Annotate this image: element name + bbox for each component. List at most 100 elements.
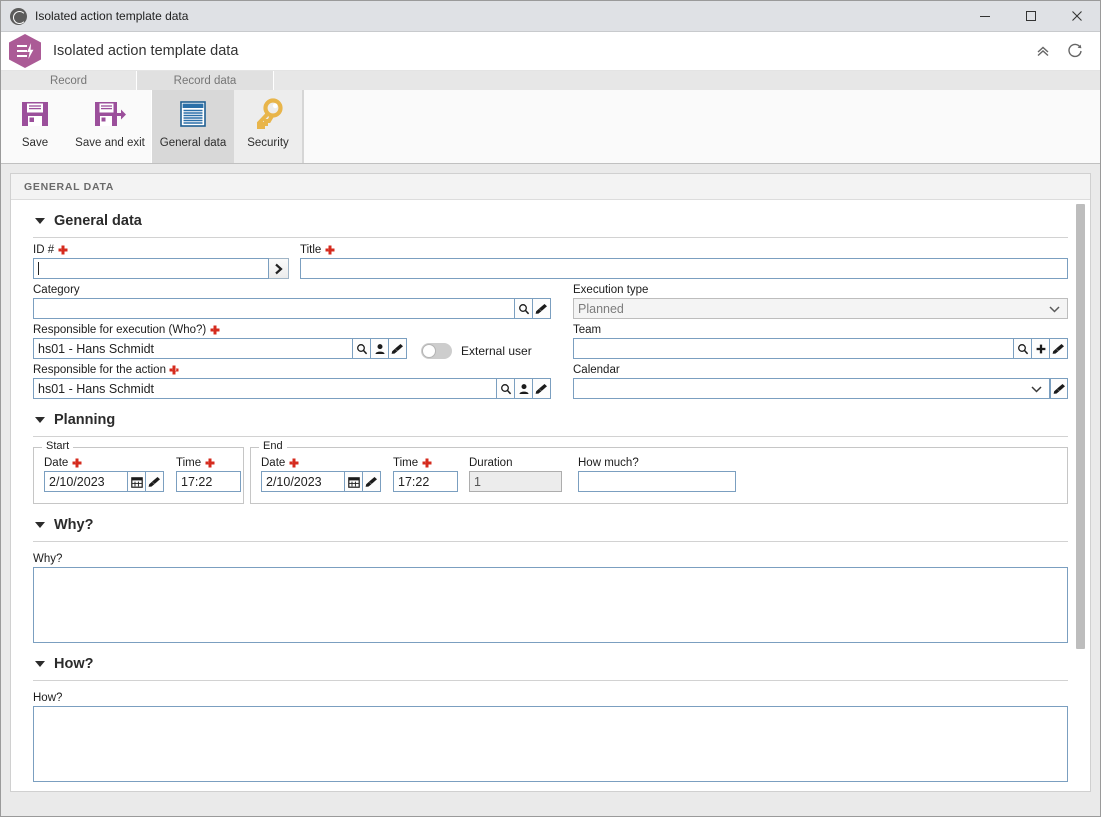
id-input[interactable] <box>33 258 269 279</box>
panel-header: GENERAL DATA <box>11 174 1090 200</box>
close-button[interactable] <box>1054 1 1100 32</box>
field-label-responsible-action: Responsible for the action <box>33 364 551 376</box>
external-user-label: External user <box>461 344 532 358</box>
responsible-action-input[interactable]: hs01 - Hans Schmidt <box>33 378 497 399</box>
section-header-how[interactable]: How? <box>33 643 1068 672</box>
field-label-how: How? <box>33 692 63 704</box>
key-icon <box>257 98 283 129</box>
external-user-toggle[interactable] <box>421 343 452 359</box>
globe-icon <box>10 7 27 25</box>
execution-type-select[interactable]: Planned <box>573 298 1068 319</box>
field-label-execution-type: Execution type <box>573 284 649 296</box>
section-header-why[interactable]: Why? <box>33 504 1068 533</box>
chevron-right-icon[interactable] <box>269 258 289 279</box>
fieldset-legend-end: End <box>259 440 287 452</box>
end-time-input[interactable]: 17:22 <box>393 471 458 492</box>
general-data-button[interactable]: General data <box>152 90 234 163</box>
required-marker-icon <box>170 366 179 375</box>
start-date-input[interactable]: 2/10/2023 <box>44 471 128 492</box>
divider <box>33 541 1068 542</box>
brush-icon[interactable] <box>363 471 381 492</box>
field-id: ID # <box>33 244 289 279</box>
section-header-planning[interactable]: Planning <box>33 399 1068 428</box>
field-label-id: ID # <box>33 244 289 256</box>
maximize-button[interactable] <box>1008 1 1054 32</box>
calendar-select[interactable] <box>573 378 1050 399</box>
plus-icon[interactable] <box>1032 338 1050 359</box>
external-user-toggle-group: External user <box>421 343 532 359</box>
search-icon[interactable] <box>497 378 515 399</box>
calendar-icon[interactable] <box>128 471 146 492</box>
floppy-disk-icon <box>22 102 48 126</box>
brush-icon[interactable] <box>1050 338 1068 359</box>
collapse-caret-icon[interactable] <box>35 661 45 667</box>
ribbon-group-empty <box>303 90 1100 163</box>
app-header-title: Isolated action template data <box>53 43 239 59</box>
status-bar <box>1 792 1100 816</box>
field-label-end-time: Time <box>393 457 458 469</box>
category-input[interactable] <box>33 298 515 319</box>
how-textarea[interactable] <box>33 706 1068 782</box>
calendar-icon[interactable] <box>345 471 363 492</box>
brush-icon[interactable] <box>389 338 407 359</box>
save-and-exit-button[interactable]: Save and exit <box>69 90 151 163</box>
required-marker-icon <box>58 246 67 255</box>
required-marker-icon <box>210 326 219 335</box>
field-execution-type: Execution type Planned <box>573 284 1068 319</box>
vertical-scrollbar[interactable] <box>1075 201 1086 789</box>
scrollbar-thumb[interactable] <box>1076 204 1085 649</box>
window-controls <box>962 1 1100 32</box>
title-input[interactable] <box>300 258 1068 279</box>
refresh-icon[interactable] <box>1062 38 1088 64</box>
fieldset-end: End Date 2/10/2023 Time 17:22 Duration 1… <box>250 440 1068 504</box>
field-start-time: Time 17:22 <box>176 457 241 492</box>
window-title: Isolated action template data <box>35 9 189 23</box>
content-area: GENERAL DATA General data ID # Title Cat… <box>1 164 1100 792</box>
person-icon[interactable] <box>371 338 389 359</box>
collapse-caret-icon[interactable] <box>35 522 45 528</box>
section-title-how: How? <box>54 656 94 672</box>
brush-icon[interactable] <box>146 471 164 492</box>
person-icon[interactable] <box>515 378 533 399</box>
required-marker-icon <box>72 459 81 468</box>
security-button[interactable]: Security <box>234 90 302 163</box>
collapse-caret-icon[interactable] <box>35 417 45 423</box>
save-button[interactable]: Save <box>1 90 69 163</box>
why-textarea[interactable] <box>33 567 1068 643</box>
field-label-how-much: How much? <box>578 457 639 469</box>
search-icon[interactable] <box>1014 338 1032 359</box>
field-label-why: Why? <box>33 553 63 565</box>
brush-icon[interactable] <box>1050 378 1068 399</box>
team-input[interactable] <box>573 338 1014 359</box>
brush-icon[interactable] <box>533 378 551 399</box>
field-responsible-action: Responsible for the action hs01 - Hans S… <box>33 364 551 399</box>
duration-input[interactable]: 1 <box>469 471 562 492</box>
field-end-time: Time 17:22 <box>393 457 458 492</box>
save-and-exit-button-label: Save and exit <box>75 137 145 149</box>
end-date-input[interactable]: 2/10/2023 <box>261 471 345 492</box>
general-data-button-label: General data <box>159 137 227 149</box>
how-much-input[interactable] <box>578 471 736 492</box>
search-icon[interactable] <box>515 298 533 319</box>
form-panel: GENERAL DATA General data ID # Title Cat… <box>10 173 1091 792</box>
field-team: Team <box>573 324 1068 359</box>
start-time-input[interactable]: 17:22 <box>176 471 241 492</box>
brush-icon[interactable] <box>533 298 551 319</box>
search-icon[interactable] <box>353 338 371 359</box>
fieldset-start: Start Date 2/10/2023 Time 17:22 <box>33 440 244 504</box>
ribbon-tab-record[interactable]: Record <box>1 71 137 90</box>
title-bar: Isolated action template data <box>1 1 1100 32</box>
double-chevron-up-icon[interactable] <box>1030 38 1056 64</box>
application-window: Isolated action template data Isolated a… <box>0 0 1101 817</box>
form-body: General data ID # Title Category Executi… <box>11 200 1090 791</box>
ribbon-tab-record-data[interactable]: Record data <box>137 71 274 90</box>
app-logo <box>9 34 41 68</box>
section-header-general-data[interactable]: General data <box>33 200 1068 229</box>
required-marker-icon <box>289 459 298 468</box>
collapse-caret-icon[interactable] <box>35 218 45 224</box>
minimize-button[interactable] <box>962 1 1008 32</box>
divider <box>33 680 1068 681</box>
responsible-execution-input[interactable]: hs01 - Hans Schmidt <box>33 338 353 359</box>
field-label-team: Team <box>573 324 602 336</box>
save-button-label: Save <box>21 137 49 149</box>
